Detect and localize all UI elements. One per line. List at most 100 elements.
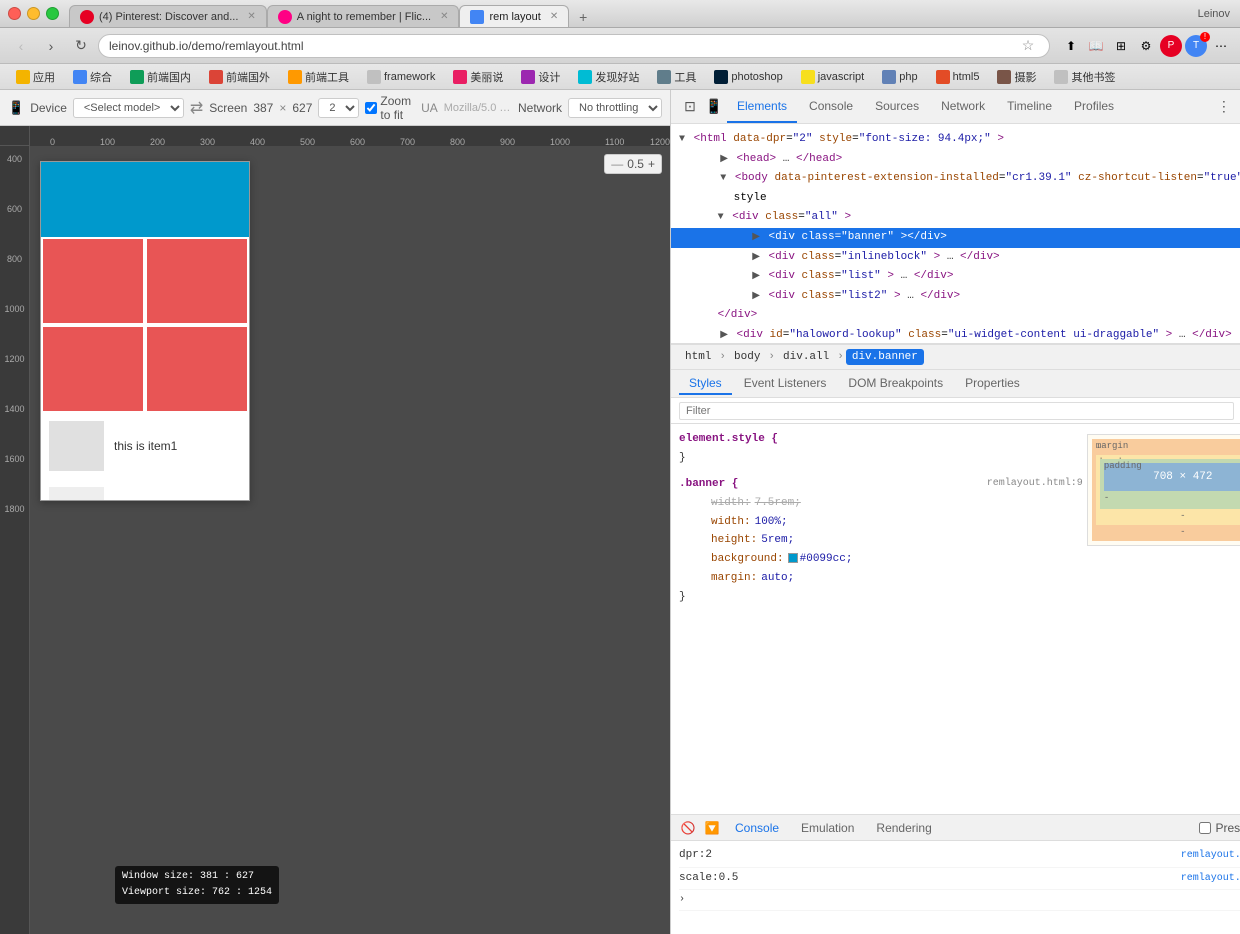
network-label: Network	[518, 101, 562, 115]
tab-timeline[interactable]: Timeline	[997, 90, 1062, 123]
dom-html-line[interactable]: <html data-dpr="2" style="font-size: 94.…	[671, 130, 1240, 150]
rotate-icon[interactable]: ⇄	[190, 98, 203, 118]
color-swatch[interactable]	[788, 553, 798, 563]
filter-input[interactable]	[679, 402, 1234, 420]
bookmark-javascript[interactable]: javascript	[793, 68, 872, 86]
tab-pinterest[interactable]: (4) Pinterest: Discover and... ✕	[69, 5, 267, 27]
tab-flickr[interactable]: A night to remember | Flic... ✕	[267, 5, 460, 27]
console-filter-icon[interactable]: 🔽	[703, 819, 721, 837]
model-select[interactable]: <Select model>	[73, 98, 184, 118]
zoom-to-fit-label[interactable]: Zoom to fit	[365, 94, 411, 122]
html-arrow[interactable]	[679, 134, 685, 145]
reader-icon[interactable]: 📖	[1085, 35, 1107, 57]
list-arrow[interactable]	[752, 271, 760, 282]
forward-button[interactable]: ›	[38, 33, 64, 59]
dom-haloword[interactable]: <div id="haloword-lookup" class="ui-widg…	[671, 326, 1240, 344]
list-thumbnail-1	[49, 421, 104, 471]
new-tab-button[interactable]: +	[573, 7, 593, 27]
tab-network[interactable]: Network	[931, 90, 995, 123]
inspect-element-icon[interactable]: ⊡	[679, 96, 701, 118]
settings-icon[interactable]: ⚙	[1135, 35, 1157, 57]
styles-tab-event[interactable]: Event Listeners	[734, 373, 837, 395]
css-selector-banner: .banner {	[679, 475, 738, 494]
tab-remlayout-close[interactable]: ✕	[550, 11, 558, 22]
breadcrumb-div-all[interactable]: div.all	[777, 349, 835, 365]
bookmark-star[interactable]: ☆	[1017, 35, 1039, 57]
bookmark-html5[interactable]: html5	[928, 68, 988, 86]
bookmark-qiangongju[interactable]: 前端工具	[280, 67, 357, 87]
tab-flickr-close[interactable]: ✕	[440, 11, 448, 22]
console-tab-emulation[interactable]: Emulation	[793, 819, 862, 837]
styles-tab-styles[interactable]: Styles	[679, 373, 732, 395]
dom-div-list[interactable]: <div class="list" > … </div>	[671, 267, 1240, 287]
throttle-select[interactable]: No throttling	[568, 98, 662, 118]
zoom-plus-icon[interactable]: +	[648, 157, 655, 171]
dom-close-div-all[interactable]: </div>	[671, 306, 1240, 326]
css-source-banner[interactable]: remlayout.html:9	[987, 475, 1083, 494]
dom-head-line[interactable]: <head> … </head>	[671, 150, 1240, 170]
head-arrow[interactable]	[720, 154, 728, 165]
zoom-minus-icon[interactable]: —	[611, 157, 623, 171]
zoom-to-fit-checkbox[interactable]	[365, 102, 377, 114]
bookmark-php[interactable]: php	[874, 68, 925, 86]
styles-tab-dom[interactable]: DOM Breakpoints	[838, 373, 953, 395]
bookmark-faxian[interactable]: 发现好站	[570, 67, 647, 87]
dom-style-line[interactable]: style	[671, 189, 1240, 209]
breadcrumb-body[interactable]: body	[728, 349, 766, 365]
device-toggle-icon[interactable]: 📱	[8, 100, 24, 116]
bookmark-meili[interactable]: 美丽说	[445, 67, 511, 87]
styles-tab-properties[interactable]: Properties	[955, 373, 1030, 395]
preserve-log-label[interactable]: Preserve log	[1199, 821, 1240, 835]
translate-icon[interactable]: T !	[1185, 35, 1207, 57]
tab-elements[interactable]: Elements	[727, 90, 797, 123]
address-bar[interactable]: leinov.github.io/demo/remlayout.html ☆	[98, 34, 1050, 58]
close-button[interactable]	[8, 7, 21, 20]
bookmark-other[interactable]: 其他书签	[1046, 67, 1123, 87]
breadcrumb-html[interactable]: html	[679, 349, 717, 365]
refresh-button[interactable]: ↻	[68, 33, 94, 59]
devtools-more-icon[interactable]: ⋮	[1213, 96, 1235, 118]
dom-div-all[interactable]: <div class="all" >	[671, 208, 1240, 228]
dom-div-inlineblock[interactable]: <div class="inlineblock" > … </div>	[671, 248, 1240, 268]
bookmark-zonghe[interactable]: 综合	[65, 67, 120, 87]
dom-div-list2[interactable]: <div class="list2" > … </div>	[671, 287, 1240, 307]
body-arrow[interactable]	[720, 173, 726, 184]
tab-sources[interactable]: Sources	[865, 90, 929, 123]
console-clear-icon[interactable]: 🚫	[679, 819, 697, 837]
tab-profiles[interactable]: Profiles	[1064, 90, 1124, 123]
bookmark-photoshop[interactable]: photoshop	[706, 68, 790, 86]
bookmark-sheji[interactable]: 设计	[513, 67, 568, 87]
haloword-arrow[interactable]	[720, 330, 728, 341]
banner-arrow[interactable]	[752, 232, 760, 243]
tab-pinterest-close[interactable]: ✕	[247, 11, 255, 22]
bookmark-sheying[interactable]: 摄影	[989, 67, 1044, 87]
tab-remlayout[interactable]: rem layout ✕	[459, 5, 569, 27]
maximize-button[interactable]	[46, 7, 59, 20]
bookmark-qianguo[interactable]: 前端国内	[122, 67, 199, 87]
back-button[interactable]: ‹	[8, 33, 34, 59]
extensions-more[interactable]: ⋯	[1210, 35, 1232, 57]
bookmark-gongju[interactable]: 工具	[649, 67, 704, 87]
device-mode-icon[interactable]: 📱	[703, 96, 725, 118]
console-tab-rendering[interactable]: Rendering	[868, 819, 939, 837]
pinterest-ext-icon[interactable]: P	[1160, 35, 1182, 57]
tab-console[interactable]: Console	[799, 90, 863, 123]
dom-body-line[interactable]: <body data-pinterest-extension-installed…	[671, 169, 1240, 189]
new-window-icon[interactable]: ⊞	[1110, 35, 1132, 57]
bookmark-yingyong[interactable]: 应用	[8, 67, 63, 87]
css-rule-banner: .banner { remlayout.html:9 width: 7.5rem…	[679, 475, 1083, 606]
preserve-log-checkbox[interactable]	[1199, 822, 1211, 834]
dpr-select[interactable]: 2	[318, 98, 359, 118]
minimize-button[interactable]	[27, 7, 40, 20]
bookmark-qianguowai[interactable]: 前端国外	[201, 67, 278, 87]
list2-arrow[interactable]	[752, 291, 760, 302]
inlineblock-arrow[interactable]	[752, 252, 760, 263]
dom-div-banner[interactable]: <div class="banner" ></div>	[671, 228, 1240, 248]
div-all-arrow[interactable]	[718, 212, 724, 223]
console-tab-console[interactable]: Console	[727, 819, 787, 837]
breadcrumb-div-banner[interactable]: div.banner	[846, 349, 924, 365]
console-content: dpr:2 remlayout.html:27 scale:0.5 remlay…	[671, 841, 1240, 934]
devtools-more: ⋮ ⚙ ✕	[1213, 96, 1240, 118]
bookmark-framework[interactable]: framework	[359, 68, 443, 86]
share-icon[interactable]: ⬆	[1060, 35, 1082, 57]
